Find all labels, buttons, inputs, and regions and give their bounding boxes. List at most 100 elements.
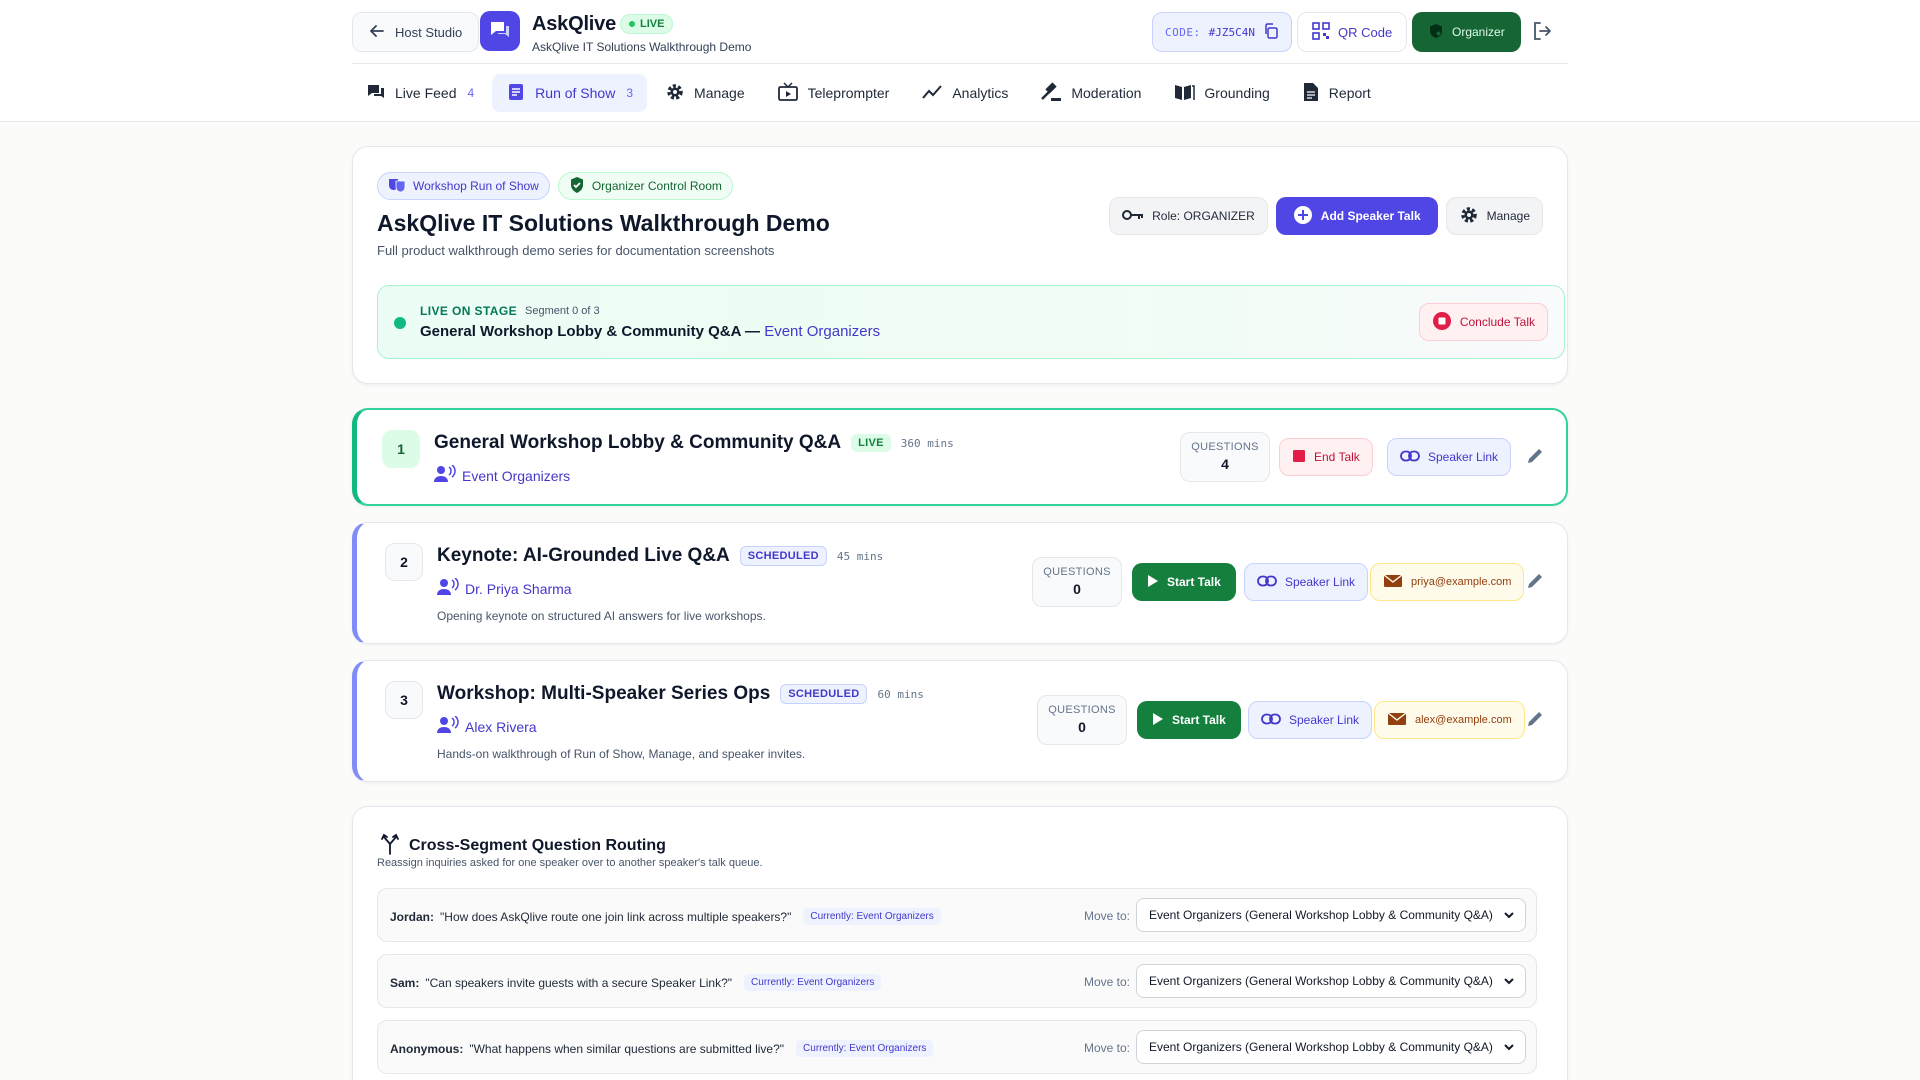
live-label: LIVE: [640, 18, 665, 30]
speaker-name[interactable]: Dr. Priya Sharma: [465, 581, 572, 597]
tv-icon: [777, 81, 799, 105]
move-to-label: Move to:: [1084, 975, 1131, 989]
live-talk-title: General Workshop Lobby & Community Q&A —: [420, 323, 761, 340]
run-of-show-pill: Workshop Run of Show: [377, 172, 550, 200]
speaker-name[interactable]: Alex Rivera: [465, 719, 537, 735]
organizer-button[interactable]: Organizer: [1412, 12, 1521, 52]
current-assignment-tag: Currently: Event Organizers: [744, 974, 882, 991]
tab-analytics[interactable]: Analytics: [907, 74, 1022, 112]
edit-pencil-icon[interactable]: [1523, 707, 1547, 731]
segment-duration: 60 mins: [877, 687, 924, 701]
plus-circle-icon: [1293, 205, 1313, 228]
qr-code-button[interactable]: QR Code: [1297, 12, 1408, 52]
tab-count: 3: [626, 86, 634, 100]
qr-code-label: QR Code: [1338, 24, 1393, 40]
role-label: Role: ORGANIZER: [1152, 209, 1255, 223]
control-room-pill: Organizer Control Room: [557, 172, 733, 200]
questions-label: QUESTIONS: [1043, 566, 1111, 578]
arrow-left-icon: [369, 23, 385, 42]
chevron-down-icon: [1503, 1041, 1515, 1056]
manage-button[interactable]: Manage: [1445, 197, 1543, 235]
segment-description: Hands-on walkthrough of Run of Show, Man…: [437, 747, 806, 761]
tab-moderation[interactable]: Moderation: [1026, 74, 1155, 112]
header-row: Host Studio AskQlive LIVE AskQlive IT So…: [352, 0, 1568, 64]
move-to-select[interactable]: Event Organizers (General Workshop Lobby…: [1136, 898, 1526, 932]
questions-count: 0: [1078, 719, 1086, 735]
routed-question: Jordan: "How does AskQlive route one joi…: [390, 908, 941, 925]
live-talk-line: General Workshop Lobby & Community Q&A —…: [420, 323, 880, 340]
role-badge: Role: ORGANIZER: [1109, 197, 1268, 235]
questions-counter: QUESTIONS 0: [1032, 557, 1122, 607]
move-to-select[interactable]: Event Organizers (General Workshop Lobby…: [1136, 964, 1526, 998]
event-overview-card: Workshop Run of Show Organizer Control R…: [352, 146, 1568, 384]
routing-header: Cross-Segment Question Routing: [381, 833, 666, 858]
edit-pencil-icon[interactable]: [1523, 444, 1547, 468]
questions-counter: QUESTIONS 4: [1180, 432, 1270, 482]
end-talk-button[interactable]: End Talk: [1279, 438, 1373, 476]
routed-question: Sam: "Can speakers invite guests with a …: [390, 974, 882, 991]
logout-icon[interactable]: [1527, 16, 1557, 46]
question-text: "How does AskQlive route one join link a…: [440, 909, 792, 924]
link-icon: [1257, 575, 1277, 590]
event-pills: Workshop Run of Show Organizer Control R…: [377, 172, 733, 200]
stop-icon: [1292, 449, 1306, 466]
play-icon: [1147, 574, 1159, 591]
play-icon: [1152, 712, 1164, 729]
tab-label: Moderation: [1071, 85, 1142, 101]
end-talk-label: End Talk: [1314, 450, 1360, 464]
speaker-link-button[interactable]: Speaker Link: [1244, 563, 1369, 601]
edit-pencil-icon[interactable]: [1523, 569, 1547, 593]
theater-masks-icon: [388, 177, 406, 196]
add-speaker-talk-button[interactable]: Add Speaker Talk: [1275, 197, 1438, 235]
host-studio-button[interactable]: Host Studio: [352, 12, 480, 52]
live-dot-icon: [394, 317, 406, 329]
asker-name: Sam:: [390, 975, 420, 990]
segment-speaker: Alex Rivera: [437, 715, 537, 737]
envelope-icon: [1383, 573, 1403, 591]
start-talk-button[interactable]: Start Talk: [1137, 701, 1241, 739]
segment-title-row: Workshop: Multi-Speaker Series Ops SCHED…: [437, 683, 924, 705]
live-talk-speaker: Event Organizers: [764, 323, 881, 340]
join-code-button[interactable]: CODE: #JZ5C4N: [1152, 12, 1292, 52]
move-to-label: Move to:: [1084, 909, 1131, 923]
selected-option: Event Organizers (General Workshop Lobby…: [1149, 1040, 1493, 1054]
tab-report[interactable]: Report: [1288, 74, 1385, 112]
speaker-link-button[interactable]: Speaker Link: [1248, 701, 1373, 739]
speaker-email: priya@example.com: [1411, 576, 1512, 588]
segment-card: 1 General Workshop Lobby & Community Q&A…: [352, 408, 1568, 506]
segment-title: Workshop: Multi-Speaker Series Ops: [437, 683, 771, 704]
start-talk-button[interactable]: Start Talk: [1132, 563, 1236, 601]
start-talk-label: Start Talk: [1167, 575, 1221, 589]
speaker-name[interactable]: Event Organizers: [462, 468, 570, 484]
tab-manage[interactable]: Manage: [651, 74, 759, 112]
move-to-select[interactable]: Event Organizers (General Workshop Lobby…: [1136, 1030, 1526, 1064]
tab-grounding[interactable]: Grounding: [1159, 74, 1283, 112]
speaker-link-button[interactable]: Speaker Link: [1387, 438, 1512, 476]
segment-speaker: Dr. Priya Sharma: [437, 577, 572, 599]
host-studio-label: Host Studio: [395, 24, 463, 40]
speaker-voice-icon: [434, 464, 456, 486]
tab-run-of-show[interactable]: Run of Show 3: [492, 74, 648, 112]
live-banner-header: LIVE ON STAGE Segment 0 of 3: [420, 304, 600, 318]
tab-teleprompter[interactable]: Teleprompter: [763, 74, 904, 112]
link-icon: [1400, 450, 1420, 465]
control-room-pill-label: Organizer Control Room: [591, 179, 722, 193]
list-icon: [506, 82, 526, 105]
live-dot-icon: [629, 21, 635, 27]
question-routing-card: Cross-Segment Question Routing Reassign …: [352, 806, 1568, 1080]
tab-label: Live Feed: [395, 85, 457, 101]
speaker-voice-icon: [437, 715, 459, 737]
top-header: Host Studio AskQlive LIVE AskQlive IT So…: [0, 0, 1920, 122]
stop-circle-icon: [1432, 311, 1452, 334]
email-invite-button[interactable]: priya@example.com: [1370, 563, 1525, 601]
main-tabs: Live Feed 4 Run of Show 3 Manage Telepro…: [352, 74, 1385, 112]
selected-option: Event Organizers (General Workshop Lobby…: [1149, 974, 1493, 988]
email-invite-button[interactable]: alex@example.com: [1374, 701, 1525, 739]
qr-icon: [1312, 21, 1330, 43]
conclude-talk-button[interactable]: Conclude Talk: [1418, 303, 1548, 341]
tab-live-feed[interactable]: Live Feed 4: [352, 74, 488, 112]
segment-duration: 360 mins: [900, 436, 954, 450]
event-subtitle: AskQlive IT Solutions Walkthrough Demo: [532, 40, 752, 54]
speaker-email: alex@example.com: [1415, 714, 1512, 726]
segment-number: 1: [382, 430, 420, 468]
